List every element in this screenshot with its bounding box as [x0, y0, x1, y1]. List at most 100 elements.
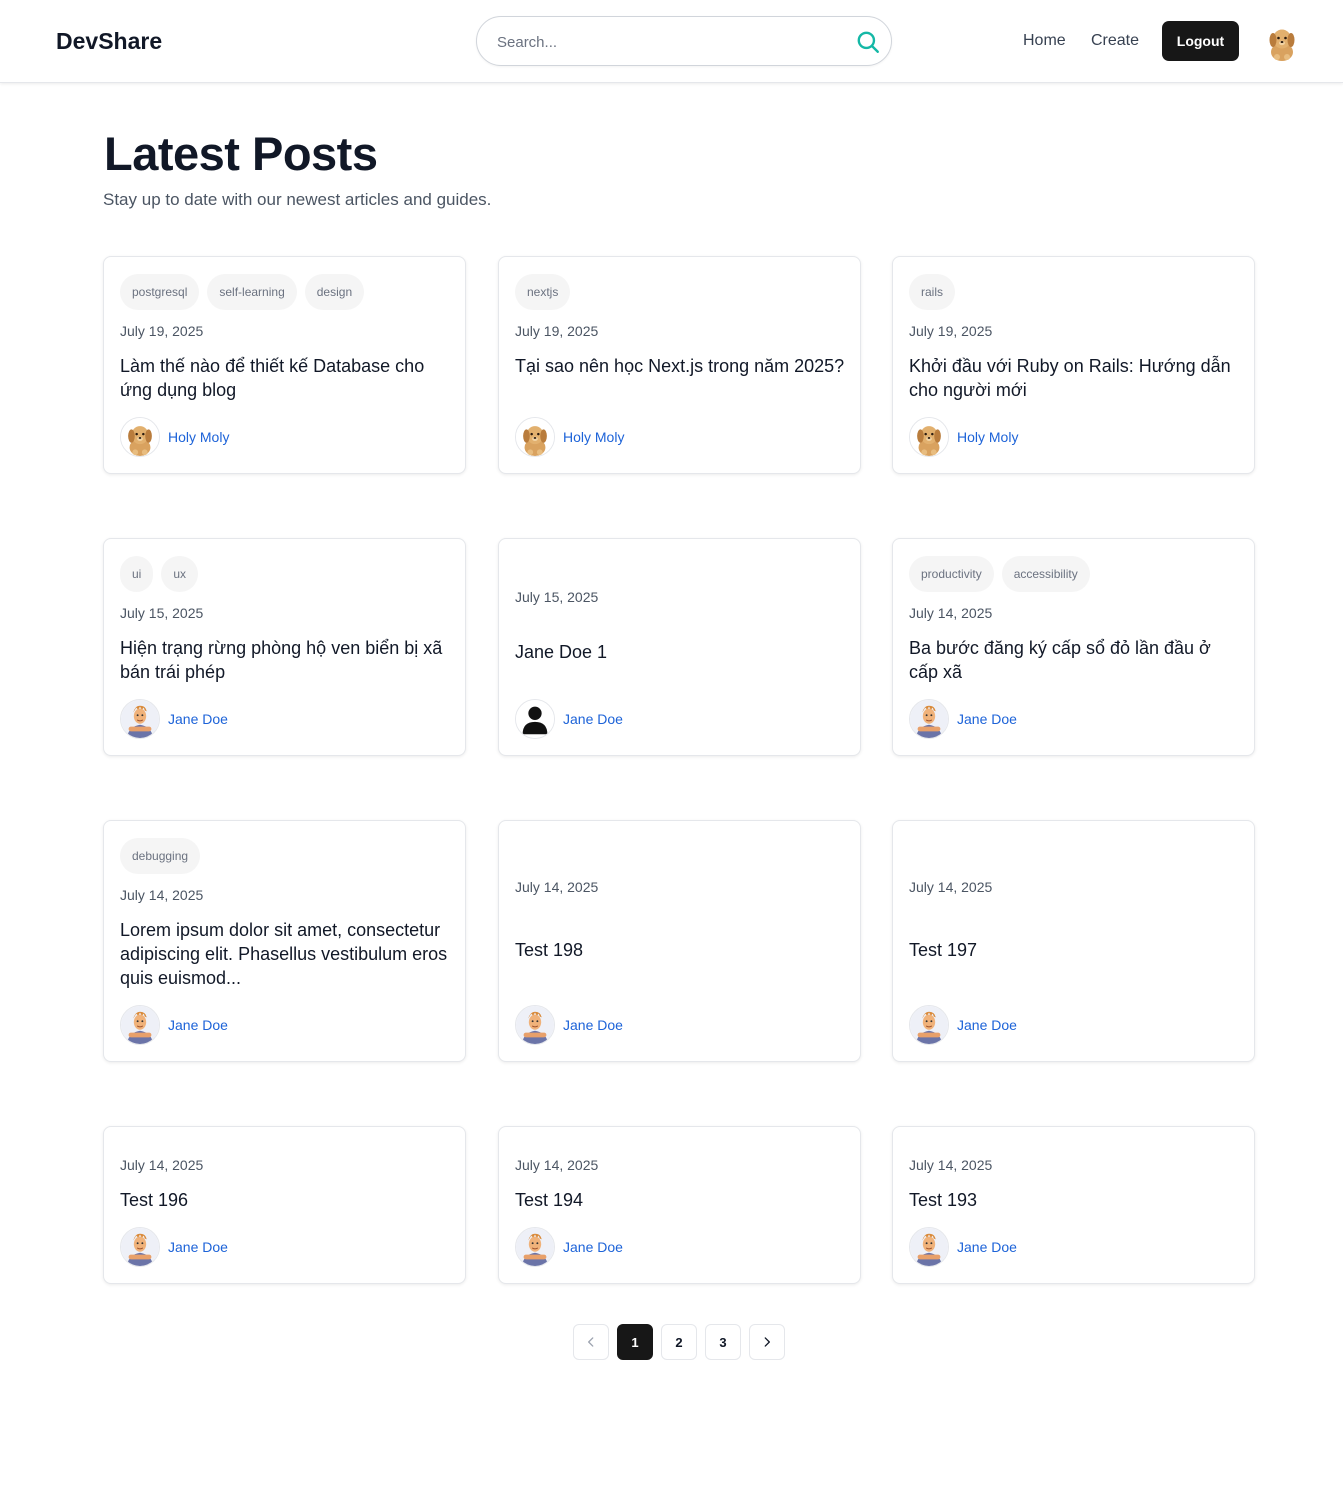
tag-list: nextjs: [515, 274, 571, 310]
author-name-link[interactable]: Jane Doe: [563, 1239, 623, 1255]
tag-chip[interactable]: productivity: [909, 556, 994, 592]
author-name-link[interactable]: Jane Doe: [957, 711, 1017, 727]
post-card[interactable]: ui ux July 15, 2025 Hiện trạng rừng phòn…: [103, 538, 466, 756]
post-author: Holy Moly: [515, 417, 624, 457]
tag-chip[interactable]: self-learning: [207, 274, 297, 310]
post-title[interactable]: Test 194: [515, 1188, 845, 1212]
tag-list: rails: [909, 274, 956, 310]
post-author: Jane Doe: [515, 1227, 623, 1267]
post-title[interactable]: Làm thế nào để thiết kế Database cho ứng…: [120, 354, 450, 402]
tag-chip[interactable]: accessibility: [1001, 556, 1090, 592]
post-card[interactable]: nextjs July 19, 2025 Tại sao nên học Nex…: [498, 256, 861, 474]
author-avatar: [515, 699, 555, 739]
author-name-link[interactable]: Jane Doe: [957, 1017, 1017, 1033]
post-date: July 14, 2025: [909, 605, 993, 621]
site-logo[interactable]: DevShare: [56, 28, 162, 55]
pagination: 1 2 3: [573, 1324, 785, 1360]
post-date: July 15, 2025: [120, 605, 204, 621]
post-title[interactable]: Ba bước đăng ký cấp sổ đỏ lần đầu ở cấp …: [909, 636, 1239, 684]
post-date: July 19, 2025: [515, 323, 599, 339]
post-author: Jane Doe: [120, 1227, 228, 1267]
post-date: July 15, 2025: [515, 589, 599, 605]
author-name-link[interactable]: Holy Moly: [563, 429, 624, 445]
post-date: July 14, 2025: [515, 879, 599, 895]
post-author: Jane Doe: [515, 699, 623, 739]
post-card[interactable]: July 14, 2025 Test 194 Jane Doe: [498, 1126, 861, 1284]
post-card[interactable]: July 14, 2025 Test 196 Jane Doe: [103, 1126, 466, 1284]
post-title[interactable]: Lorem ipsum dolor sit amet, consectetur …: [120, 918, 450, 990]
post-title[interactable]: Tại sao nên học Next.js trong năm 2025?: [515, 354, 845, 378]
post-author: Jane Doe: [909, 699, 1017, 739]
author-avatar: [909, 1227, 949, 1267]
author-avatar: [909, 699, 949, 739]
author-name-link[interactable]: Jane Doe: [168, 711, 228, 727]
search-button[interactable]: [855, 29, 881, 55]
tag-chip[interactable]: nextjs: [515, 274, 571, 310]
prev-page-button[interactable]: [573, 1324, 609, 1360]
post-card[interactable]: July 14, 2025 Test 198 Jane Doe: [498, 820, 861, 1062]
post-card[interactable]: rails July 19, 2025 Khởi đầu với Ruby on…: [892, 256, 1255, 474]
post-card[interactable]: July 14, 2025 Test 197 Jane Doe: [892, 820, 1255, 1062]
tag-chip[interactable]: postgresql: [120, 274, 200, 310]
search-input[interactable]: [497, 30, 837, 54]
page-title: Latest Posts: [104, 127, 378, 180]
author-name-link[interactable]: Holy Moly: [168, 429, 229, 445]
page-button-1[interactable]: 1: [617, 1324, 653, 1360]
tag-list: debugging: [120, 838, 201, 874]
post-date: July 14, 2025: [909, 879, 993, 895]
post-date: July 14, 2025: [120, 887, 204, 903]
post-author: Holy Moly: [120, 417, 229, 457]
page-button-3[interactable]: 3: [705, 1324, 741, 1360]
top-navbar: DevShare Home Create Logout: [0, 0, 1343, 83]
chevron-right-icon: [764, 1337, 770, 1347]
post-card[interactable]: postgresql self-learning design July 19,…: [103, 256, 466, 474]
tag-chip[interactable]: debugging: [120, 838, 201, 874]
chevron-left-icon: [588, 1337, 594, 1347]
post-date: July 19, 2025: [120, 323, 204, 339]
author-name-link[interactable]: Holy Moly: [957, 429, 1018, 445]
author-avatar: [515, 417, 555, 457]
logout-button[interactable]: Logout: [1162, 21, 1239, 61]
author-name-link[interactable]: Jane Doe: [957, 1239, 1017, 1255]
author-avatar: [120, 699, 160, 739]
post-title[interactable]: Test 193: [909, 1188, 1239, 1212]
author-avatar: [515, 1227, 555, 1267]
nav-home-link[interactable]: Home: [1023, 32, 1066, 50]
post-title[interactable]: Test 198: [515, 938, 845, 962]
tag-list: ui ux: [120, 556, 199, 592]
post-card[interactable]: July 14, 2025 Test 193 Jane Doe: [892, 1126, 1255, 1284]
post-author: Jane Doe: [120, 1005, 228, 1045]
post-card[interactable]: debugging July 14, 2025 Lorem ipsum dolo…: [103, 820, 466, 1062]
post-title[interactable]: Hiện trạng rừng phòng hộ ven biển bị xã …: [120, 636, 450, 684]
post-author: Holy Moly: [909, 417, 1018, 457]
post-title[interactable]: Test 197: [909, 938, 1239, 962]
page-button-2[interactable]: 2: [661, 1324, 697, 1360]
next-page-button[interactable]: [749, 1324, 785, 1360]
author-name-link[interactable]: Jane Doe: [168, 1017, 228, 1033]
tag-chip[interactable]: ux: [161, 556, 199, 592]
nav-create-link[interactable]: Create: [1091, 32, 1139, 50]
author-name-link[interactable]: Jane Doe: [563, 1017, 623, 1033]
search-bar: [476, 16, 892, 66]
user-avatar[interactable]: [1262, 20, 1302, 62]
post-card[interactable]: productivity accessibility July 14, 2025…: [892, 538, 1255, 756]
tag-chip[interactable]: design: [304, 274, 365, 310]
post-author: Jane Doe: [515, 1005, 623, 1045]
post-title[interactable]: Test 196: [120, 1188, 450, 1212]
tag-list: productivity accessibility: [909, 556, 1090, 592]
post-author: Jane Doe: [909, 1005, 1017, 1045]
author-avatar: [515, 1005, 555, 1045]
author-name-link[interactable]: Jane Doe: [168, 1239, 228, 1255]
tag-chip[interactable]: ui: [120, 556, 154, 592]
post-author: Jane Doe: [909, 1227, 1017, 1267]
author-avatar: [909, 1005, 949, 1045]
tag-chip[interactable]: rails: [909, 274, 956, 310]
post-title[interactable]: Khởi đầu với Ruby on Rails: Hướng dẫn ch…: [909, 354, 1239, 402]
post-title[interactable]: Jane Doe 1: [515, 640, 845, 664]
author-name-link[interactable]: Jane Doe: [563, 711, 623, 727]
author-avatar: [909, 417, 949, 457]
post-date: July 19, 2025: [909, 323, 993, 339]
post-card[interactable]: July 15, 2025 Jane Doe 1 Jane Doe: [498, 538, 861, 756]
post-date: July 14, 2025: [120, 1157, 204, 1173]
post-date: July 14, 2025: [909, 1157, 993, 1173]
